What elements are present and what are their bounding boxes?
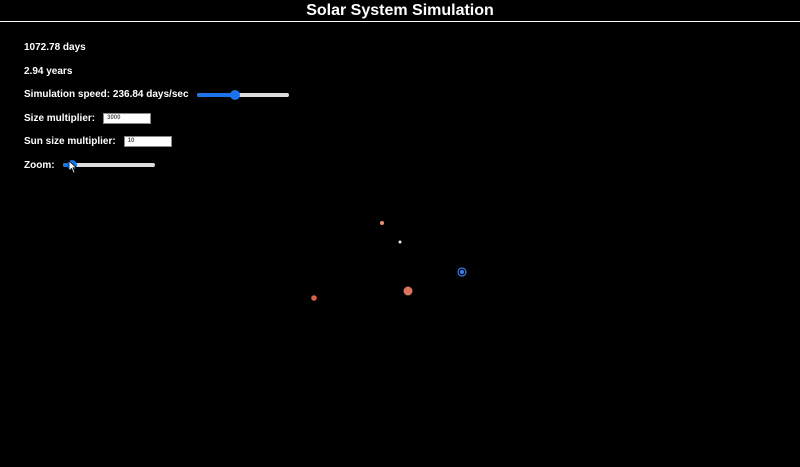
mercury-body bbox=[398, 240, 402, 244]
sun-body bbox=[403, 286, 413, 296]
simulation-canvas[interactable] bbox=[0, 22, 800, 467]
mars-body bbox=[311, 295, 317, 301]
page-title: Solar System Simulation bbox=[0, 0, 800, 22]
earth-body bbox=[459, 269, 465, 275]
venus-body bbox=[380, 221, 384, 225]
